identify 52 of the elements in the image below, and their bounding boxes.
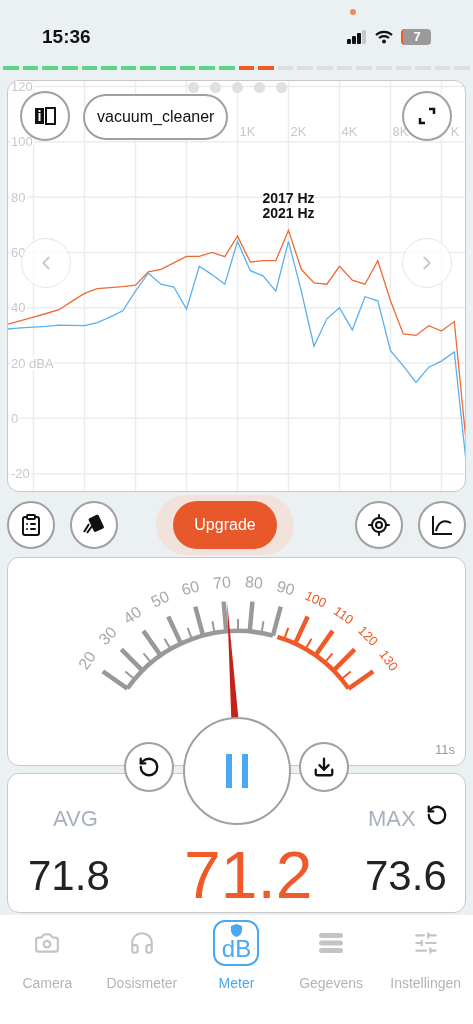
headphones-icon <box>128 930 155 956</box>
tab-bar-item[interactable]: Instellingen <box>378 915 473 1024</box>
book-info-icon <box>33 106 57 126</box>
scale-label: 40 <box>120 603 145 628</box>
scale-label: 60 <box>179 577 202 599</box>
cards-button[interactable] <box>70 501 118 549</box>
upgrade-button[interactable]: Upgrade <box>173 501 277 549</box>
peak-label: 2021 Hz <box>262 205 315 222</box>
reset-icon <box>426 804 448 826</box>
scale-label: 120 <box>355 622 382 649</box>
profile-selector[interactable]: vacuum_cleaner <box>83 94 229 140</box>
pause-icon <box>225 754 249 788</box>
tab-bar-item[interactable]: Camera <box>0 915 95 1024</box>
tab-bar-item[interactable]: Gegevens <box>283 915 379 1024</box>
target-button[interactable] <box>355 501 403 549</box>
shield-icon <box>230 924 244 937</box>
reset-max-button[interactable] <box>426 804 448 826</box>
max-value: 73.6 <box>365 851 447 901</box>
max-label: MAX <box>368 805 416 833</box>
curve-button[interactable] <box>418 501 466 549</box>
expand-icon <box>418 107 436 125</box>
signal-icon <box>347 30 367 44</box>
sliders-icon <box>412 930 439 956</box>
scale-label: 130 <box>376 647 402 674</box>
wifi-icon <box>375 30 393 44</box>
download-icon <box>313 756 335 778</box>
current-value: 71.2 <box>184 837 313 914</box>
tab-bar-item[interactable]: dB Meter <box>189 915 284 1024</box>
battery-indicator: 7 <box>401 29 431 45</box>
scale-label: 20 <box>75 648 100 673</box>
peak-label: 2017 Hz <box>262 190 315 207</box>
reset-icon <box>138 756 160 778</box>
cards-icon <box>81 514 107 536</box>
avg-value: 71.8 <box>28 851 110 901</box>
elapsed-time: 11s <box>435 740 455 759</box>
scale-label: 70 <box>212 573 232 592</box>
scale-label: 100 <box>302 587 329 611</box>
scale-label: 30 <box>95 623 120 648</box>
meter-icon-text: dB <box>221 937 252 961</box>
tab-bar-item[interactable]: Dosismeter <box>94 915 190 1024</box>
scale-label: 110 <box>330 603 357 628</box>
scale-label: 80 <box>244 573 264 592</box>
status-time: 15:36 <box>42 24 91 49</box>
report-button[interactable] <box>7 501 55 549</box>
scale-label: 90 <box>274 577 297 599</box>
clipboard-icon <box>19 513 43 537</box>
curve-icon <box>431 515 453 535</box>
scale-label: 50 <box>148 587 172 611</box>
avg-label: AVG <box>53 805 98 833</box>
crosshair-icon <box>367 513 391 537</box>
camera-icon <box>34 930 61 956</box>
database-icon <box>318 932 345 954</box>
